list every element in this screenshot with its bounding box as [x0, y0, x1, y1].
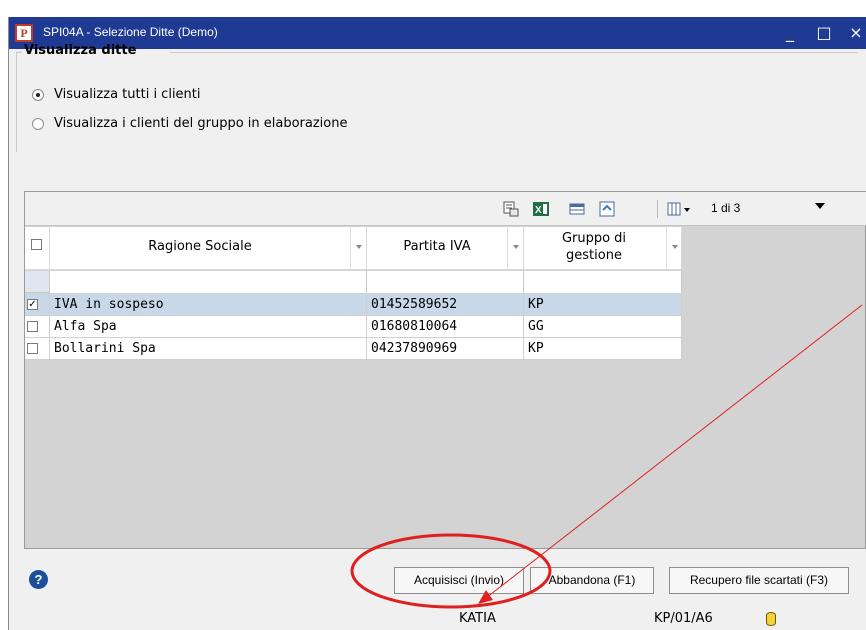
- header-gruppo[interactable]: Gruppo di gestione: [524, 227, 682, 270]
- radio-button[interactable]: [32, 118, 44, 130]
- app-logo-icon: P: [15, 24, 33, 42]
- cell-gruppo[interactable]: KP: [524, 338, 682, 359]
- database-icon: [766, 612, 776, 626]
- group-border-left: [16, 52, 17, 152]
- cell-ragione-sociale[interactable]: Alfa Spa: [50, 316, 367, 337]
- svg-text:X: X: [535, 205, 542, 216]
- filter-dropdown-icon[interactable]: [350, 227, 366, 270]
- row-checkbox[interactable]: ✓: [27, 299, 38, 310]
- filter-input-ragione-sociale[interactable]: [50, 271, 367, 293]
- grid-panel: X 1 di 3 Ragione Sociale Partita IVA Gru…: [24, 191, 866, 549]
- filter-dropdown-icon[interactable]: [507, 227, 523, 270]
- filter-dropdown-icon[interactable]: [666, 227, 682, 270]
- close-button[interactable]: ×: [843, 21, 866, 45]
- select-all-checkbox[interactable]: [31, 239, 42, 250]
- radio-label: Visualizza i clienti del gruppo in elabo…: [54, 116, 348, 131]
- filter-input-partita-iva[interactable]: [367, 271, 524, 293]
- row-checkbox[interactable]: [27, 343, 38, 354]
- header-partita-iva[interactable]: Partita IVA: [367, 227, 524, 270]
- page-indicator: 1 di 3: [711, 201, 741, 215]
- refresh-icon[interactable]: [599, 201, 615, 217]
- cell-partita-iva[interactable]: 01452589652: [367, 294, 524, 315]
- title-bar[interactable]: P SPI04A - Selezione Ditte (Demo) _ □ ×: [9, 17, 866, 49]
- page-dropdown-icon[interactable]: [815, 203, 825, 209]
- maximize-button[interactable]: □: [811, 21, 837, 45]
- row-checkbox[interactable]: [27, 321, 38, 332]
- minimize-button[interactable]: _: [777, 21, 803, 45]
- header-label: Gruppo di gestione: [561, 231, 627, 263]
- cell-gruppo[interactable]: GG: [524, 316, 682, 337]
- export-icon[interactable]: [503, 201, 519, 217]
- table-row[interactable]: Alfa Spa 01680810064 GG: [25, 316, 682, 338]
- group-border-top: [170, 52, 858, 53]
- abandon-button[interactable]: Abbandona (F1): [530, 567, 654, 594]
- radio-button[interactable]: [32, 89, 44, 101]
- columns-menu-icon[interactable]: [667, 201, 693, 217]
- grid-toolbar: X 1 di 3: [25, 192, 866, 226]
- cell-partita-iva[interactable]: 01680810064: [367, 316, 524, 337]
- filter-row: [25, 271, 682, 293]
- grid-view-icon[interactable]: [569, 201, 585, 217]
- status-code: KP/01/A6: [654, 611, 713, 626]
- radio-label: Visualizza tutti i clienti: [54, 87, 201, 102]
- recover-discarded-button[interactable]: Recupero file scartati (F3): [669, 567, 849, 594]
- header-ragione-sociale[interactable]: Ragione Sociale: [50, 227, 367, 270]
- header-select-all[interactable]: [25, 227, 50, 270]
- help-icon[interactable]: ?: [29, 570, 48, 589]
- row-select-cell[interactable]: [25, 338, 50, 359]
- cell-partita-iva[interactable]: 04237890969: [367, 338, 524, 359]
- header-label: Ragione Sociale: [148, 239, 252, 254]
- row-select-cell[interactable]: [25, 316, 50, 337]
- filter-cell: [25, 271, 50, 293]
- filter-input-gruppo[interactable]: [524, 271, 682, 293]
- toolbar-separator: [657, 200, 658, 218]
- table-row[interactable]: Bollarini Spa 04237890969 KP: [25, 338, 682, 360]
- status-user: KATIA: [459, 611, 496, 626]
- acquire-button[interactable]: Acquisisci (Invio): [394, 567, 524, 594]
- cell-gruppo[interactable]: KP: [524, 294, 682, 315]
- excel-icon[interactable]: X: [533, 201, 549, 217]
- table-row[interactable]: ✓ IVA in sospeso 01452589652 KP: [25, 294, 682, 316]
- header-label: Partita IVA: [403, 239, 471, 254]
- cell-ragione-sociale[interactable]: IVA in sospeso: [50, 294, 367, 315]
- window-title: SPI04A - Selezione Ditte (Demo): [43, 25, 218, 39]
- row-select-cell[interactable]: ✓: [25, 294, 50, 315]
- display-group-legend: Visualizza ditte: [24, 43, 137, 58]
- cell-ragione-sociale[interactable]: Bollarini Spa: [50, 338, 367, 359]
